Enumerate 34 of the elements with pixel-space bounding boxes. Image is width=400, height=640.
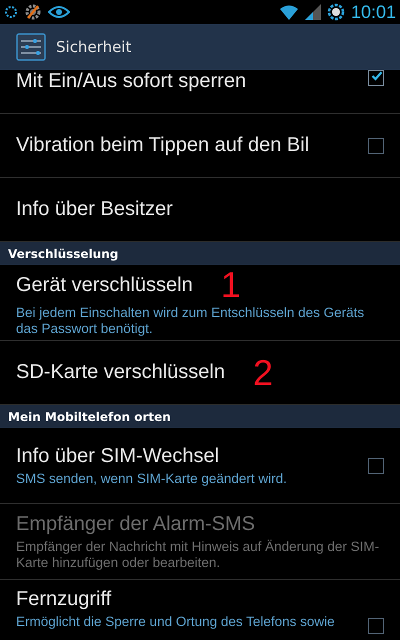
battery-ring-icon: [4, 5, 18, 20]
section-header: Mein Mobiltelefon orten: [0, 405, 400, 428]
setting-row[interactable]: Fernzugriff Ermöglicht die Sperre und Ortung des Telefons sowie: [0, 580, 400, 640]
annotation-number: 1: [220, 268, 241, 302]
setting-summary: Empfänger der Nachricht mit Hinweis auf Änderung der SIM-Karte hinzufügen oder bearbeiten.: [16, 538, 380, 570]
setting-title: Info über SIM-Wechsel: [16, 444, 220, 468]
setting-summary: Ermöglicht die Sperre und Ortung des Telefons sowie: [16, 614, 336, 630]
setting-title: Empfänger der Alarm-SMS: [16, 512, 255, 536]
setting-title: Vibration beim Tippen auf den Bil: [16, 134, 310, 157]
setting-row[interactable]: Vibration beim Tippen auf den Bil: [0, 114, 400, 178]
signal-icon: [304, 4, 321, 20]
setting-row[interactable]: Info über SIM-Wechsel SMS senden, wenn SIM-Karte geändert wird.: [0, 428, 400, 504]
checkbox[interactable]: [368, 70, 384, 86]
setting-title: Gerät verschlüsseln: [16, 274, 193, 296]
settings-sliders-icon[interactable]: [16, 33, 46, 62]
section-header: Verschlüsselung: [0, 242, 400, 265]
setting-title: Mit Ein/Aus sofort sperren: [16, 70, 246, 93]
wifi-icon: [278, 4, 299, 20]
setting-summary: SMS senden, wenn SIM-Karte geändert wird.: [16, 470, 288, 486]
setting-summary: Bei jedem Einschalten wird zum Entschlüsseln des Geräts das Passwort benötigt.: [16, 305, 366, 337]
setting-row[interactable]: Mit Ein/Aus sofort sperren: [0, 70, 400, 114]
annotation-number: 2: [252, 356, 273, 390]
setting-title: Fernzugriff: [16, 588, 112, 611]
checkbox[interactable]: [368, 138, 384, 154]
setting-title: Info über Besitzer: [16, 198, 173, 221]
battery-ring-icon: [326, 3, 345, 22]
clock-time: 10:01: [350, 2, 396, 23]
eye-icon: [48, 5, 70, 20]
checkbox[interactable]: [368, 458, 384, 474]
setting-row[interactable]: Gerät verschlüsseln 1 Bei jedem Einschalten wird zum Entschlüsseln des Geräts das Passwort benötigt.: [0, 265, 400, 341]
gear-icon: [24, 3, 42, 22]
checkbox[interactable]: [368, 618, 384, 634]
screen-title: Sicherheit: [56, 38, 132, 56]
setting-title: SD-Karte verschlüsseln: [16, 361, 225, 384]
